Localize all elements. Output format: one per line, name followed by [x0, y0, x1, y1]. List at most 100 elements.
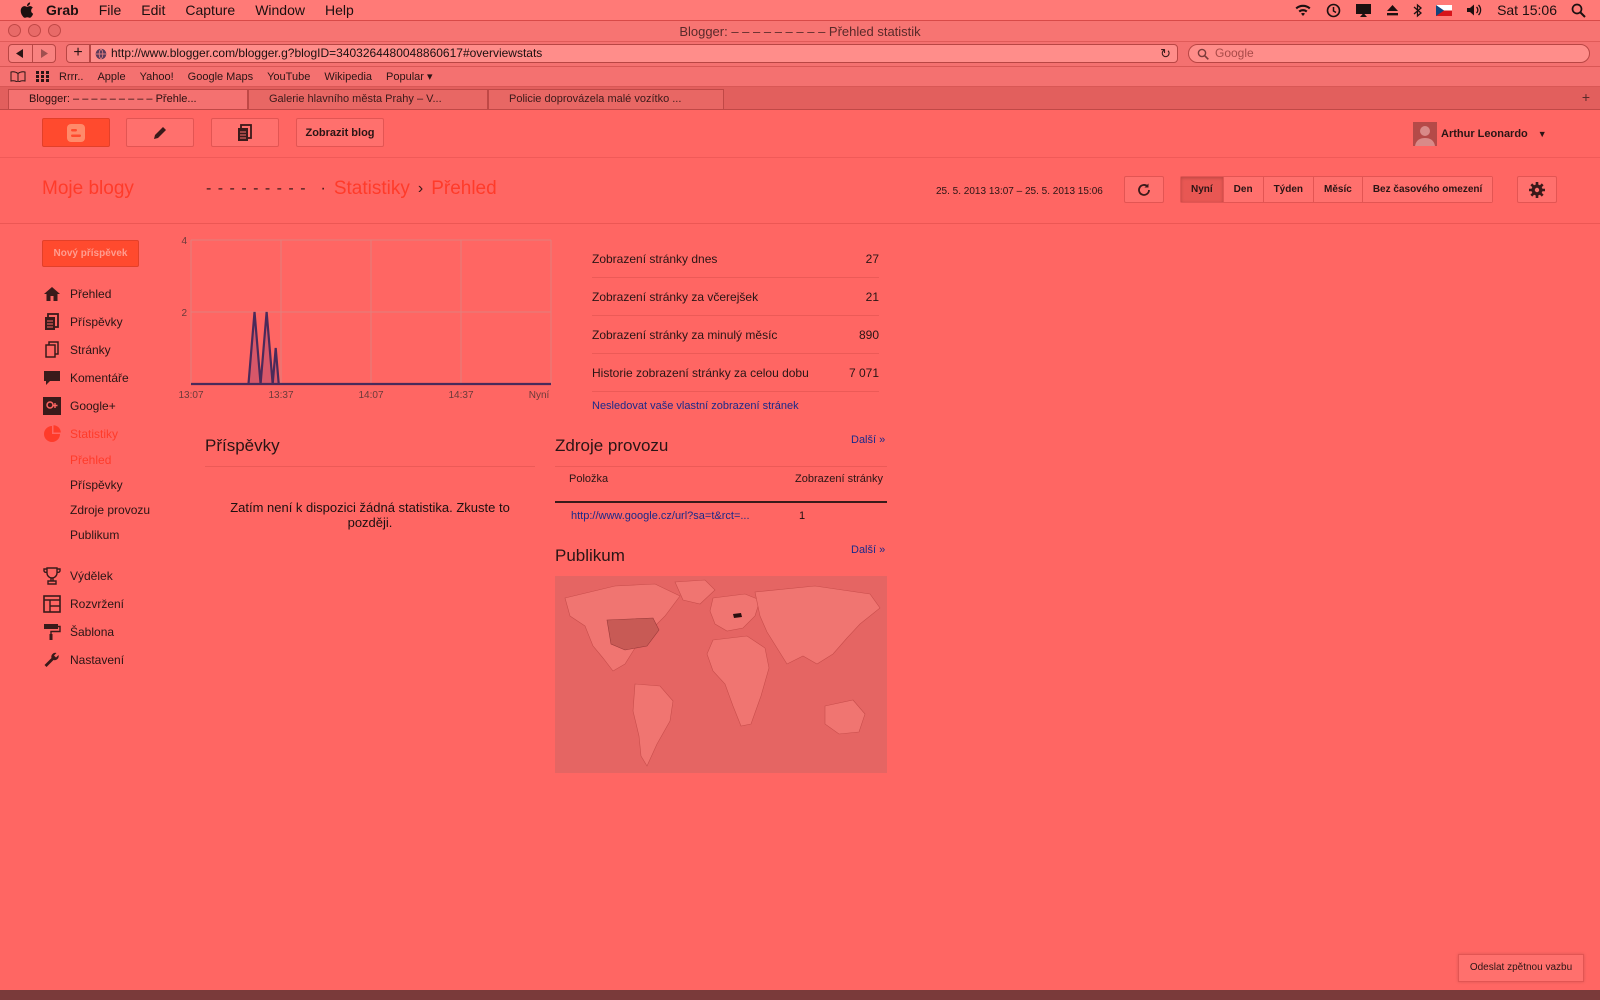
refresh-button[interactable]: [1124, 176, 1164, 203]
bookmark-popular[interactable]: Popular ▾: [386, 70, 433, 83]
search-placeholder: Google: [1215, 46, 1254, 60]
dont-track-own-views-link[interactable]: Nesledovat vaše vlastní zobrazení stráne…: [592, 400, 879, 412]
menubar-clock[interactable]: Sat 15:06: [1497, 2, 1557, 18]
user-silhouette-icon: [1415, 126, 1435, 146]
breadcrumb-separator: ›: [417, 180, 424, 197]
menu-file[interactable]: File: [99, 2, 122, 18]
column-header-item: Položka: [569, 473, 609, 485]
chart-x-tick-label: 13:37: [268, 390, 293, 401]
stats-label: Historie zobrazení stránky za celou dobu: [592, 366, 809, 380]
google-plus-icon: [42, 397, 62, 415]
sidebar-item-label: Rozvržení: [70, 597, 125, 611]
sidebar-item-layout[interactable]: Rozvržení: [42, 590, 172, 618]
new-post-button[interactable]: Nový příspěvek: [42, 240, 139, 267]
breadcrumb-separator: ·: [320, 180, 326, 197]
sidebar-sub-overview[interactable]: Přehled: [42, 448, 172, 473]
sidebar-sub-traffic-sources[interactable]: Zdroje provozu: [42, 498, 172, 523]
my-blogs-link[interactable]: Moje blogy: [42, 178, 134, 200]
gear-icon: [1529, 181, 1545, 198]
audience-more-link[interactable]: Další »: [851, 544, 885, 556]
range-now-button[interactable]: Nyní: [1181, 177, 1224, 202]
menu-app-grab[interactable]: Grab: [46, 2, 79, 18]
traffic-more-link[interactable]: Další »: [851, 434, 885, 446]
sidebar-nav: Přehled Příspěvky Stránky Komentáře Goog…: [42, 280, 172, 674]
sidebar-item-earnings[interactable]: Výdělek: [42, 562, 172, 590]
sidebar-item-template[interactable]: Šablona: [42, 618, 172, 646]
back-button[interactable]: [9, 45, 33, 62]
column-header-pageviews: Zobrazení stránky: [795, 473, 884, 485]
sidebar-item-google-plus[interactable]: Google+: [42, 392, 172, 420]
world-map[interactable]: [555, 576, 887, 773]
search-field[interactable]: Google: [1188, 44, 1590, 63]
range-day-button[interactable]: Den: [1223, 177, 1264, 202]
blog-name[interactable]: - - - - - - - - -: [206, 180, 307, 198]
breadcrumb-stats[interactable]: Statistiky: [334, 178, 410, 200]
sidebar-item-comments[interactable]: Komentáře: [42, 364, 172, 392]
chart-y-tick-label: 2: [181, 308, 187, 319]
bookmark-google-maps[interactable]: Google Maps: [188, 71, 253, 83]
wifi-icon[interactable]: [1294, 3, 1312, 17]
apple-icon[interactable]: [20, 2, 34, 18]
new-tab-button[interactable]: +: [1582, 89, 1590, 105]
window-title: Blogger: – – – – – – – – – Přehled stati…: [679, 24, 921, 39]
spotlight-search-icon[interactable]: [1571, 3, 1586, 18]
time-machine-icon[interactable]: [1326, 3, 1341, 18]
url-text: http://www.blogger.com/blogger.g?blogID=…: [111, 46, 543, 60]
sidebar-item-settings[interactable]: Nastavení: [42, 646, 172, 674]
blogger-logo-button[interactable]: [42, 118, 110, 147]
sidebar-item-label: Přehled: [70, 287, 112, 301]
sidebar-item-label: Komentáře: [70, 371, 129, 385]
tab-galerie[interactable]: Galerie hlavního města Prahy – V...: [248, 89, 488, 109]
add-bookmark-button[interactable]: +: [66, 44, 90, 63]
breadcrumb: - - - - - - - - - · Statistiky › Přehled: [206, 178, 497, 200]
bookmark-apple[interactable]: Apple: [97, 71, 125, 83]
top-sites-grid-icon[interactable]: [36, 71, 49, 82]
czech-flag-icon[interactable]: [1436, 4, 1453, 16]
tab-policie[interactable]: Policie doprovázela malé vozítko ...: [488, 89, 724, 109]
search-icon: [1197, 48, 1209, 60]
sidebar-item-label: Výdělek: [70, 569, 113, 583]
chevron-down-icon: ▼: [1537, 129, 1547, 139]
sidebar-sub-posts[interactable]: Příspěvky: [42, 473, 172, 498]
sidebar-item-posts[interactable]: Příspěvky: [42, 308, 172, 336]
new-post-pencil-button[interactable]: [126, 118, 194, 147]
bookmark-rrrr[interactable]: Rrrr..: [59, 71, 83, 83]
bookmark-youtube[interactable]: YouTube: [267, 71, 310, 83]
sidebar-item-label: Příspěvky: [70, 315, 123, 329]
chart-x-axis: 13:07 13:37 14:07 14:37 Nyní: [178, 390, 549, 401]
range-week-button[interactable]: Týden: [1263, 177, 1315, 202]
send-feedback-button[interactable]: Odeslat zpětnou vazbu: [1458, 954, 1584, 982]
bookmark-yahoo[interactable]: Yahoo!: [140, 71, 174, 83]
sidebar-item-pages[interactable]: Stránky: [42, 336, 172, 364]
volume-icon[interactable]: [1466, 3, 1483, 17]
address-bar[interactable]: http://www.blogger.com/blogger.g?blogID=…: [90, 44, 1178, 63]
user-menu[interactable]: Arthur Leonardo ▼: [1413, 122, 1547, 146]
sidebar-item-stats[interactable]: Statistiky: [42, 420, 172, 448]
bluetooth-icon[interactable]: [1413, 3, 1423, 18]
sidebar-item-label: Šablona: [70, 625, 115, 639]
chart-x-tick-label: Nyní: [529, 390, 550, 401]
tab-blogger[interactable]: Blogger: – – – – – – – – – Přehle...: [8, 89, 248, 109]
menu-bar: Grab File Edit Capture Window Help Sat 1…: [0, 0, 1600, 21]
range-month-button[interactable]: Měsíc: [1314, 177, 1363, 202]
reading-list-icon[interactable]: [10, 71, 26, 82]
traffic-source-link[interactable]: http://www.google.cz/url?sa=t&rct=...: [555, 503, 799, 529]
forward-button[interactable]: [33, 45, 56, 62]
menu-capture[interactable]: Capture: [185, 2, 235, 18]
bookmark-wikipedia[interactable]: Wikipedia: [324, 71, 372, 83]
range-all-time-button[interactable]: Bez časového omezení: [1362, 177, 1493, 202]
eject-icon[interactable]: [1386, 4, 1399, 16]
stats-subheader: Moje blogy - - - - - - - - - · Statistik…: [0, 158, 1600, 224]
menu-edit[interactable]: Edit: [141, 2, 165, 18]
menu-window[interactable]: Window: [255, 2, 305, 18]
posts-list-button[interactable]: [211, 118, 279, 147]
sidebar-sub-audience[interactable]: Publikum: [42, 523, 172, 548]
view-blog-button[interactable]: Zobrazit blog: [296, 118, 384, 147]
airplay-icon[interactable]: [1355, 3, 1372, 17]
table-header: Položka Zobrazení stránky: [555, 467, 887, 503]
sidebar-item-overview[interactable]: Přehled: [42, 280, 172, 308]
layout-icon: [42, 595, 62, 613]
menu-help[interactable]: Help: [325, 2, 354, 18]
settings-button[interactable]: [1517, 176, 1557, 203]
reload-icon[interactable]: ↻: [1160, 45, 1171, 62]
